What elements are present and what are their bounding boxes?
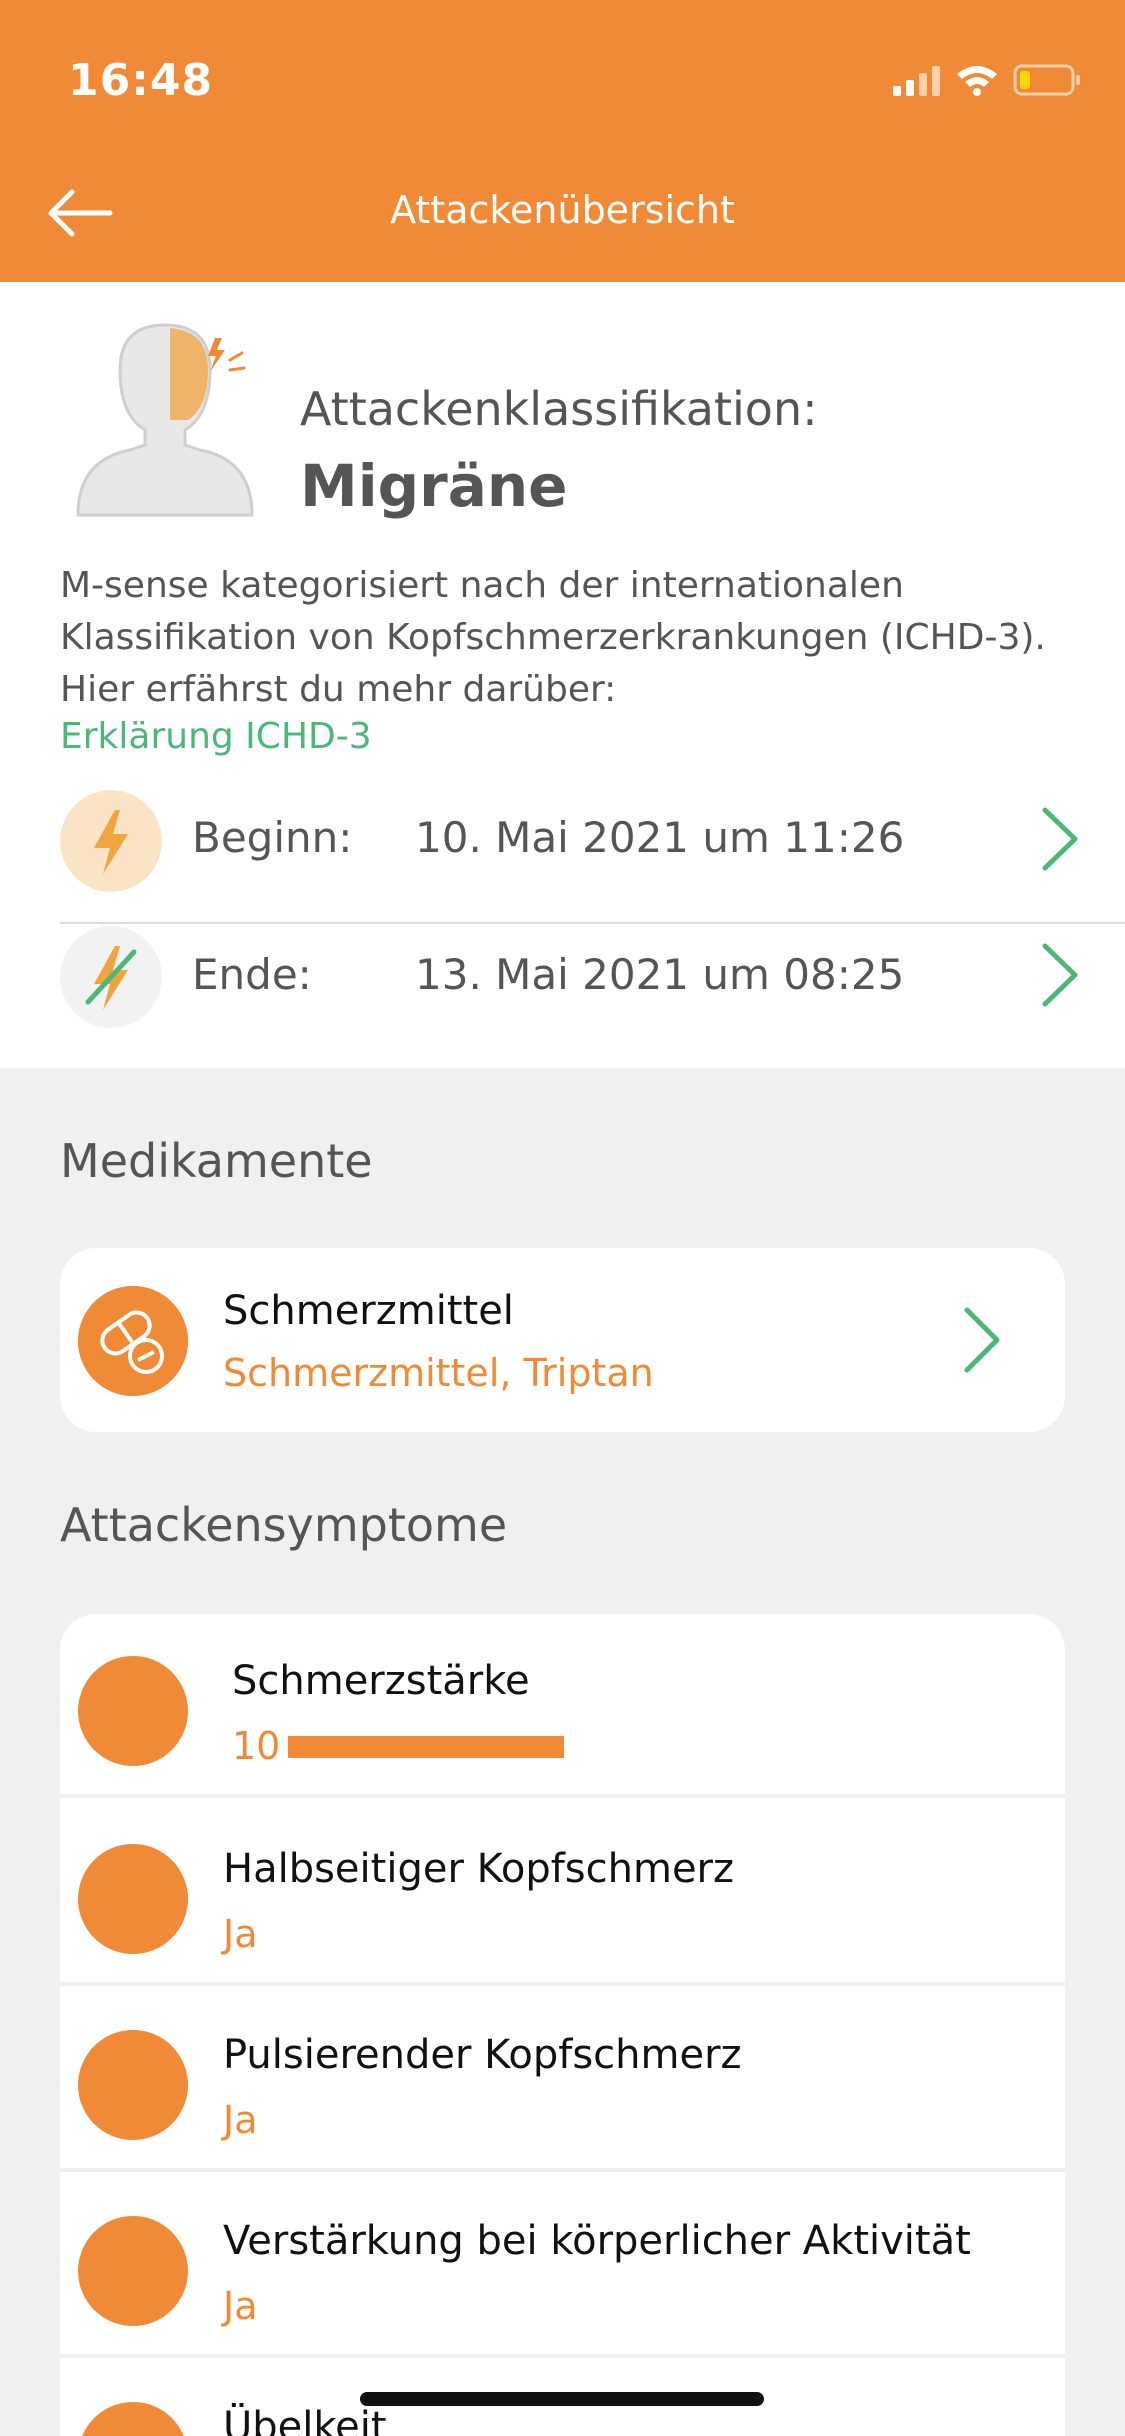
end-time-row[interactable]: Ende: 13. Mai 2021 um 08:25: [60, 926, 1125, 1066]
symptom-value: Ja: [223, 2284, 258, 2328]
migraine-head-icon: [76, 323, 254, 517]
pain-level-value: 10: [232, 1724, 281, 1768]
symptom-title: Übelkeit: [223, 2404, 387, 2436]
list-item[interactable]: Verstärkung bei körperlicher Aktivität J…: [60, 2174, 1065, 2358]
status-time: 16:48: [68, 55, 214, 106]
symptom-icon: [78, 2216, 188, 2326]
end-label: Ende:: [192, 950, 312, 999]
list-item[interactable]: Halbseitiger Kopfschmerz Ja: [60, 1802, 1065, 1986]
classification-card: Attackenklassifikation: Migräne M-sense …: [0, 282, 1125, 1068]
medication-card[interactable]: Schmerzmittel Schmerzmittel, Triptan: [60, 1248, 1065, 1432]
attack-end-icon: [60, 926, 162, 1028]
wifi-icon: [957, 66, 997, 96]
symptoms-section-title: Attackensymptome: [60, 1498, 508, 1552]
symptom-icon: [78, 2030, 188, 2140]
symptom-title: Verstärkung bei körperlicher Aktivität: [223, 2218, 971, 2264]
list-item[interactable]: Pulsierender Kopfschmerz Ja: [60, 1988, 1065, 2172]
divider: [60, 922, 1125, 924]
medications-section-title: Medikamente: [60, 1134, 373, 1188]
medication-title: Schmerzmittel: [223, 1288, 514, 1334]
symptom-value: Ja: [223, 2098, 258, 2142]
symptom-value: Ja: [223, 1912, 258, 1956]
symptom-icon: [78, 1844, 188, 1954]
list-item[interactable]: Schmerzstärke 10: [60, 1614, 1065, 1798]
chevron-right-icon: [964, 1307, 1000, 1373]
battery-icon: [1013, 64, 1080, 96]
start-label: Beginn:: [192, 813, 353, 862]
start-time-row[interactable]: Beginn: 10. Mai 2021 um 11:26: [60, 768, 1125, 908]
symptom-title: Halbseitiger Kopfschmerz: [223, 1846, 734, 1892]
classification-label: Attackenklassifikation:: [300, 382, 818, 436]
classification-description: M-sense kategorisiert nach der internati…: [60, 565, 1046, 710]
medication-subtitle: Schmerzmittel, Triptan: [223, 1351, 654, 1395]
symptoms-list: Schmerzstärke 10 Halbseitiger Kopfschmer…: [60, 1614, 1065, 2436]
symptom-title: Schmerzstärke: [232, 1658, 530, 1704]
status-icons: [893, 64, 1080, 96]
pain-level-bar: [288, 1736, 564, 1758]
symptom-icon: [78, 2402, 188, 2436]
symptom-icon: [78, 1656, 188, 1766]
classification-value: Migräne: [300, 452, 568, 520]
end-value: 13. Mai 2021 um 08:25: [415, 950, 905, 999]
ichd3-link[interactable]: Erklärung ICHD-3: [60, 716, 372, 757]
app-header: 16:48 Attackenübersicht: [0, 0, 1125, 282]
chevron-right-icon: [1042, 807, 1078, 871]
pills-icon: [78, 1286, 188, 1396]
home-indicator: [360, 2392, 764, 2406]
start-value: 10. Mai 2021 um 11:26: [415, 813, 905, 862]
page-title: Attackenübersicht: [390, 188, 735, 232]
symptom-title: Pulsierender Kopfschmerz: [223, 2032, 742, 2078]
attack-start-icon: [60, 790, 162, 892]
cellular-signal-icon: [893, 66, 940, 96]
chevron-right-icon: [1042, 943, 1078, 1007]
